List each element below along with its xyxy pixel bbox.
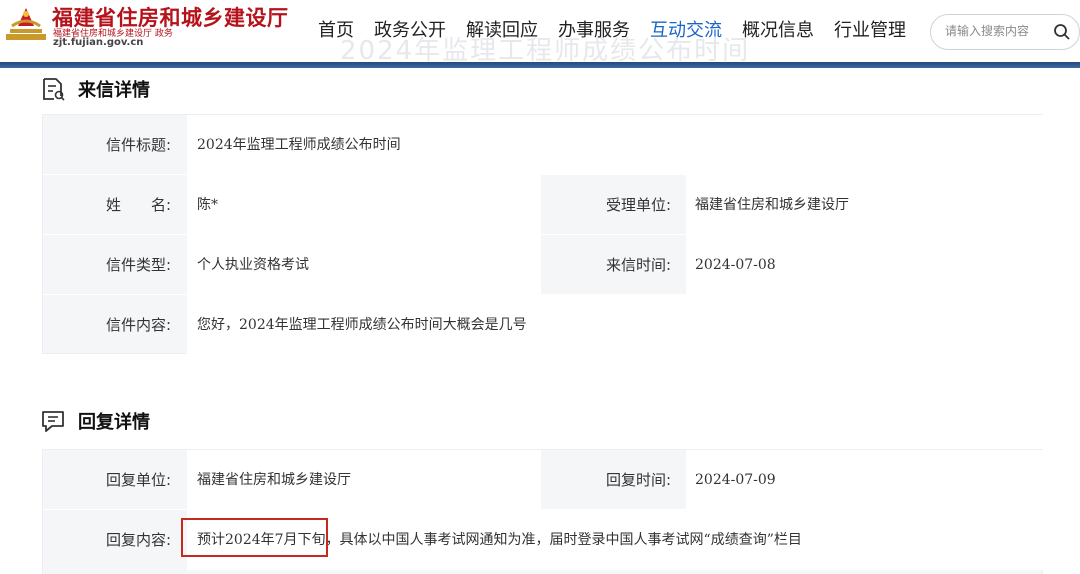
nav-item-industry[interactable]: 行业管理 (834, 16, 906, 42)
reply-unit-label: 回复单位: (105, 471, 171, 489)
document-icon (43, 78, 65, 101)
letter-section-title: 来信详情 (78, 80, 150, 101)
letter-date-value: 2024-07-08 (695, 257, 776, 273)
site-header: 福建省住房和城乡建设厅 福建省住房和城乡建设厅 政务 zjt.fujian.go… (0, 0, 1080, 66)
main-nav: 首页 政务公开 解读回应 办事服务 互动交流 概况信息 行业管理 (318, 16, 926, 42)
search-box (930, 14, 1080, 50)
letter-section-header: 来信详情 (40, 76, 150, 102)
nav-item-interpretation[interactable]: 解读回应 (466, 16, 538, 42)
table-row-letter-content: 信件内容: 您好，2024年监理工程师成绩公布时间大概会是几号 (43, 295, 1044, 355)
reply-section-title: 回复详情 (78, 412, 150, 433)
letter-date-label: 来信时间: (605, 256, 671, 274)
search-icon[interactable] (1053, 23, 1071, 41)
reply-date-label: 回复时间: (605, 471, 671, 489)
table-row-letter-title: 信件标题: 2024年监理工程师成绩公布时间 (43, 115, 1044, 175)
site-logo-icon[interactable] (4, 4, 48, 44)
reply-date-value: 2024-07-09 (695, 472, 776, 488)
search-input[interactable] (945, 24, 1055, 38)
table-row-name-unit: 姓 名: 陈* 受理单位: 福建省住房和城乡建设厅 (43, 175, 1044, 235)
letter-type-label: 信件类型: (105, 256, 171, 274)
reply-unit-value: 福建省住房和城乡建设厅 (197, 472, 351, 488)
nav-item-overview[interactable]: 概况信息 (742, 16, 814, 42)
letter-details-table: 信件标题: 2024年监理工程师成绩公布时间 姓 名: 陈* 受理单位: 福建省… (42, 114, 1044, 355)
site-domain: zjt.fujian.gov.cn (53, 37, 144, 48)
reply-section-header: 回复详情 (40, 408, 150, 434)
letter-title-value: 2024年监理工程师成绩公布时间 (197, 137, 401, 153)
header-divider-bar (0, 62, 1080, 68)
nav-item-home[interactable]: 首页 (318, 16, 354, 42)
nav-item-gov-affairs[interactable]: 政务公开 (374, 16, 446, 42)
reply-content-rest: ，具体以中国人事考试网通知为准，届时登录中国人事考试网“成绩查询”栏目 (325, 532, 802, 548)
table-row-type-date: 信件类型: 个人执业资格考试 来信时间: 2024-07-08 (43, 235, 1044, 295)
reply-content-label: 回复内容: (105, 531, 171, 549)
sender-name-value: 陈* (197, 197, 218, 213)
nav-item-interaction[interactable]: 互动交流 (650, 16, 722, 42)
nav-item-services[interactable]: 办事服务 (558, 16, 630, 42)
letter-content-value: 您好，2024年监理工程师成绩公布时间大概会是几号 (197, 317, 527, 333)
sender-name-label: 姓 名: (105, 196, 171, 214)
letter-type-value: 个人执业资格考试 (197, 257, 309, 273)
chat-bubble-icon (42, 411, 64, 432)
table-row-reply-unit-date: 回复单位: 福建省住房和城乡建设厅 回复时间: 2024-07-09 (43, 450, 1044, 510)
receiving-unit-value: 福建省住房和城乡建设厅 (695, 197, 849, 213)
receiving-unit-label: 受理单位: (605, 196, 671, 214)
letter-title-label: 信件标题: (105, 136, 171, 154)
highlight-annotation-box (181, 518, 328, 557)
letter-content-label: 信件内容: (105, 316, 171, 334)
